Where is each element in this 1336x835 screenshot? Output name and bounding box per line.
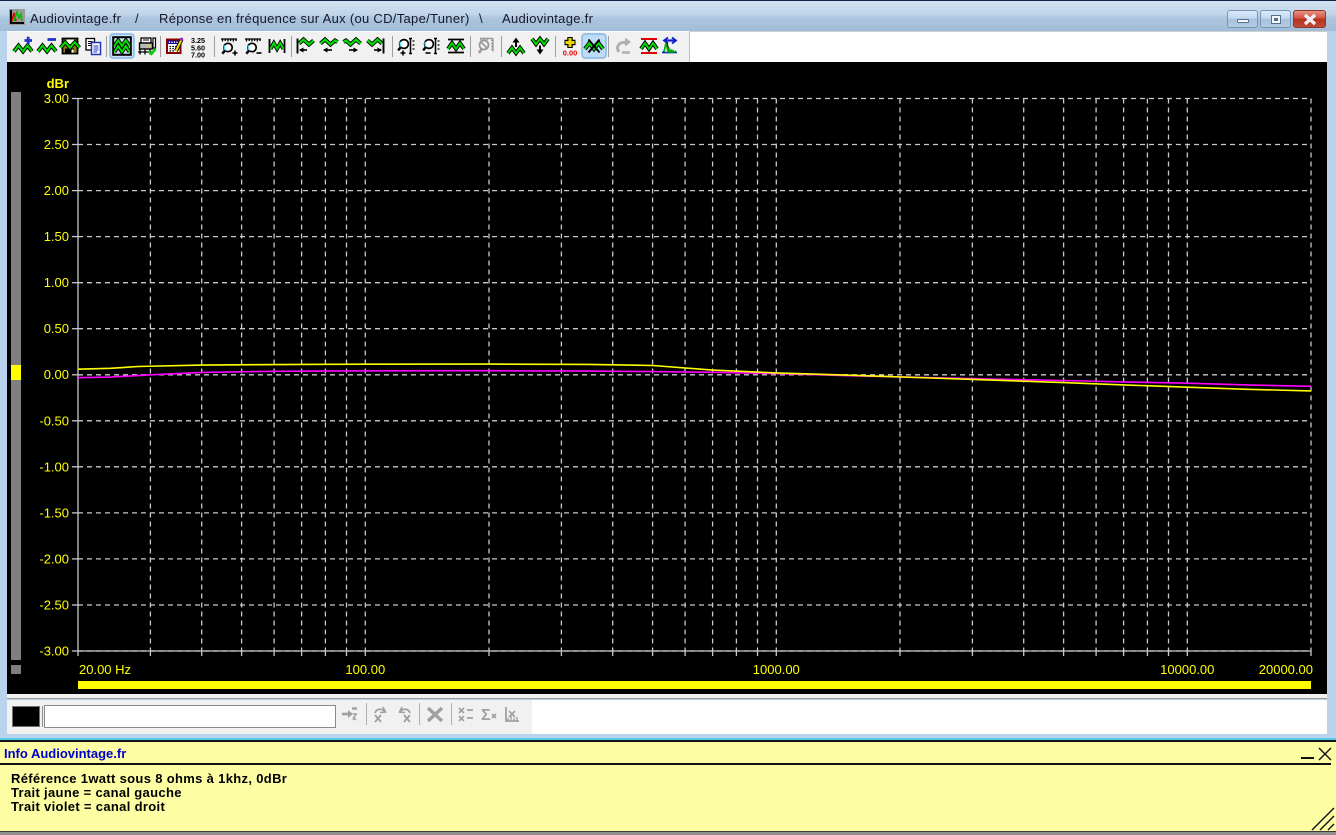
svg-text:3.00: 3.00 bbox=[44, 91, 69, 106]
svg-text:dBr: dBr bbox=[47, 76, 69, 91]
svg-text:20000.00: 20000.00 bbox=[1259, 662, 1313, 677]
svg-text:1.00: 1.00 bbox=[44, 275, 69, 290]
svg-text:Σ: Σ bbox=[481, 707, 491, 724]
svg-text:100.00: 100.00 bbox=[345, 662, 385, 677]
svg-text:10000.00: 10000.00 bbox=[1160, 662, 1214, 677]
svg-text:-1.50: -1.50 bbox=[39, 505, 69, 520]
svg-text:20.00 Hz: 20.00 Hz bbox=[79, 662, 131, 677]
svg-text:-2.50: -2.50 bbox=[39, 598, 69, 613]
svg-text:-3.00: -3.00 bbox=[39, 644, 69, 659]
svg-text:0.00: 0.00 bbox=[563, 49, 577, 58]
svg-text:0.00: 0.00 bbox=[44, 367, 69, 382]
svg-text:-1.00: -1.00 bbox=[39, 459, 69, 474]
svg-text:2.50: 2.50 bbox=[44, 137, 69, 152]
svg-text:-2.00: -2.00 bbox=[39, 551, 69, 566]
svg-text:1.50: 1.50 bbox=[44, 229, 69, 244]
svg-text:0.50: 0.50 bbox=[44, 321, 69, 336]
svg-text:-0.50: -0.50 bbox=[39, 413, 69, 428]
svg-text:2.00: 2.00 bbox=[44, 183, 69, 198]
svg-text:7.00: 7.00 bbox=[191, 51, 205, 60]
svg-text:1000.00: 1000.00 bbox=[753, 662, 800, 677]
